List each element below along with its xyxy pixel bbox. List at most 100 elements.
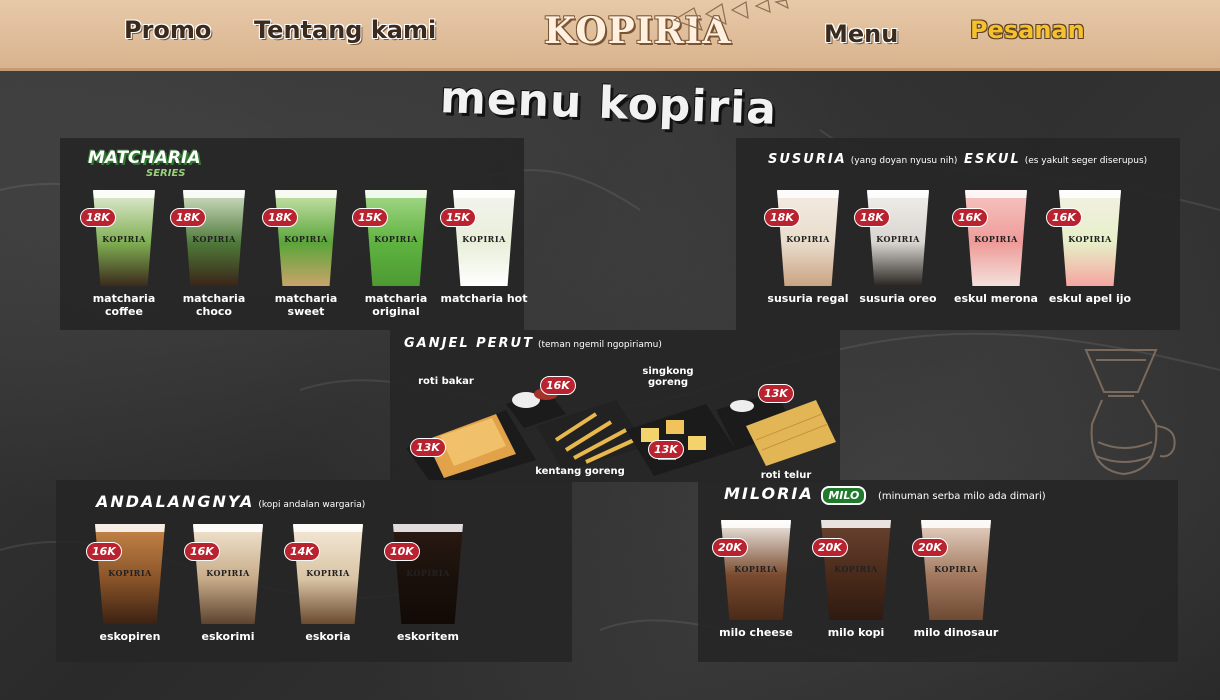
item-name: matcharia hot [440, 292, 528, 305]
menu-item-matcharia-choco[interactable]: 18K KOPIRIA matcharia choco [168, 190, 260, 318]
nav-tentang-kami-link[interactable]: Tentang kami [254, 16, 436, 44]
drink-cup-image: KOPIRIA [95, 524, 165, 624]
nav-pesanan-link[interactable]: Pesanan [970, 16, 1085, 44]
price-badge: 14K [284, 542, 320, 561]
item-name: matcharia original [364, 292, 428, 318]
price-badge: 20K [812, 538, 848, 557]
item-name: eskul apel ijo [1048, 292, 1132, 305]
menu-item-milo-cheese[interactable]: 20K KOPIRIA milo cheese [710, 520, 802, 639]
item-name: milo kopi [827, 626, 885, 639]
menu-item-susuria-regal[interactable]: 18K KOPIRIA susuria regal [762, 190, 854, 305]
andalangnya-title: ANDALANGNYA (kopi andalan wargaria) [96, 492, 365, 511]
menu-item-eskopiren[interactable]: 16K KOPIRIA eskopiren [84, 524, 176, 643]
drink-cup-image: KOPIRIA [777, 190, 839, 286]
drink-cup-image: KOPIRIA [721, 520, 791, 620]
nav-menu-link[interactable]: Menu [824, 20, 898, 48]
drink-cup-image: KOPIRIA [193, 524, 263, 624]
menu-item-eskoria[interactable]: 14K KOPIRIA eskoria [282, 524, 374, 643]
miloria-subtitle: (minuman serba milo ada dimari) [877, 491, 1046, 502]
price-badge: 20K [712, 538, 748, 557]
miloria-title: MILORIA MILO (minuman serba milo ada dim… [724, 484, 1046, 505]
eskul-subtitle: (es yakult seger diserupus) [1024, 156, 1148, 166]
item-name: matcharia coffee [92, 292, 156, 318]
cup-brand-label: KOPIRIA [462, 234, 506, 244]
cup-brand-label: KOPIRIA [406, 568, 450, 578]
drink-cup-image: KOPIRIA [867, 190, 929, 286]
andalangnya-subtitle: (kopi andalan wargaria) [258, 500, 366, 510]
ganjel-title: GANJEL PERUT (teman ngemil ngopiriamu) [404, 336, 662, 351]
eskul-title: ESKUL (es yakult seger diserupus) [964, 152, 1147, 167]
item-name: eskorimi [201, 630, 255, 643]
menu-item-matcharia-hot[interactable]: 15K KOPIRIA matcharia hot [438, 190, 530, 305]
price-badge: 18K [764, 208, 800, 227]
price-badge: 16K [86, 542, 122, 561]
drink-cup-image: KOPIRIA [453, 190, 515, 286]
item-name: susuria oreo [859, 292, 937, 305]
price-badge: 18K [854, 208, 890, 227]
item-name: matcharia sweet [274, 292, 338, 318]
item-name: eskopiren [99, 630, 161, 643]
menu-item-matcharia-original[interactable]: 15K KOPIRIA matcharia original [350, 190, 442, 318]
cup-brand-label: KOPIRIA [786, 234, 830, 244]
item-name: milo cheese [719, 626, 793, 639]
cup-brand-label: KOPIRIA [306, 568, 350, 578]
andalangnya-title-text: ANDALANGNYA [96, 492, 255, 511]
drink-cup-image: KOPIRIA [393, 524, 463, 624]
drink-cup-image: KOPIRIA [183, 190, 245, 286]
price-badge: 16K [1046, 208, 1082, 227]
cup-brand-label: KOPIRIA [192, 234, 236, 244]
cup-brand-label: KOPIRIA [374, 234, 418, 244]
cup-brand-label: KOPIRIA [284, 234, 328, 244]
susuria-title: SUSURIA (yang doyan nyusu nih) [768, 152, 957, 167]
cup-brand-label: KOPIRIA [876, 234, 920, 244]
menu-item-eskoritem[interactable]: 10K KOPIRIA eskoritem [382, 524, 474, 643]
menu-item-matcharia-sweet[interactable]: 18K KOPIRIA matcharia sweet [260, 190, 352, 318]
drink-cup-image: KOPIRIA [93, 190, 155, 286]
susuria-title-text: SUSURIA [768, 152, 847, 167]
cup-brand-label: KOPIRIA [834, 564, 878, 574]
snack-price-roti-bakar: 13K [410, 438, 446, 457]
item-name: susuria regal [767, 292, 849, 305]
drink-cup-image: KOPIRIA [921, 520, 991, 620]
milo-badge: MILO [821, 486, 867, 505]
menu-item-eskul-merona[interactable]: 16K KOPIRIA eskul merona [950, 190, 1042, 305]
drink-cup-image: KOPIRIA [275, 190, 337, 286]
cup-brand-label: KOPIRIA [108, 568, 152, 578]
item-name: matcharia choco [182, 292, 246, 318]
price-badge: 20K [912, 538, 948, 557]
item-name: milo dinosaur [913, 626, 999, 639]
item-name: eskoritem [397, 630, 459, 643]
nav-promo-link[interactable]: Promo [124, 16, 211, 44]
drink-cup-image: KOPIRIA [965, 190, 1027, 286]
top-nav: Promo Tentang kami KOPIRIA Menu Pesanan [0, 0, 1220, 71]
menu-item-milo-dinosaur[interactable]: 20K KOPIRIA milo dinosaur [910, 520, 1002, 639]
snack-price-roti-telur: 13K [758, 384, 794, 403]
price-badge: 15K [440, 208, 476, 227]
cup-brand-label: KOPIRIA [1068, 234, 1112, 244]
cup-brand-label: KOPIRIA [206, 568, 250, 578]
miloria-title-text: MILORIA [724, 484, 814, 503]
menu-item-matcharia-coffee[interactable]: 18K KOPIRIA matcharia coffee [78, 190, 170, 318]
snack-name-singkong-goreng: singkong goreng [642, 366, 694, 388]
menu-item-milo-kopi[interactable]: 20K KOPIRIA milo kopi [810, 520, 902, 639]
drink-cup-image: KOPIRIA [293, 524, 363, 624]
drink-cup-image: KOPIRIA [365, 190, 427, 286]
snack-name-roti-bakar: roti bakar [418, 376, 474, 387]
matcharia-logo-sub: SERIES [146, 168, 186, 179]
ganjel-perut-panel: GANJEL PERUT (teman ngemil ngopiriamu) r… [390, 330, 840, 482]
price-badge: 10K [384, 542, 420, 561]
price-badge: 18K [170, 208, 206, 227]
price-badge: 18K [262, 208, 298, 227]
susuria-subtitle: (yang doyan nyusu nih) [850, 156, 958, 166]
matcharia-logo-main: MATCHARIA [88, 148, 201, 168]
price-badge: 16K [952, 208, 988, 227]
cup-brand-label: KOPIRIA [974, 234, 1018, 244]
price-badge: 18K [80, 208, 116, 227]
drink-cup-image: KOPIRIA [1059, 190, 1121, 286]
menu-item-eskul-apel-ijo[interactable]: 16K KOPIRIA eskul apel ijo [1044, 190, 1136, 305]
menu-item-eskorimi[interactable]: 16K KOPIRIA eskorimi [182, 524, 274, 643]
snack-price-kentang-goreng: 16K [540, 376, 576, 395]
menu-item-susuria-oreo[interactable]: 18K KOPIRIA susuria oreo [852, 190, 944, 305]
coffee-dripper-icon [1084, 349, 1176, 476]
snack-price-singkong-goreng: 13K [648, 440, 684, 459]
